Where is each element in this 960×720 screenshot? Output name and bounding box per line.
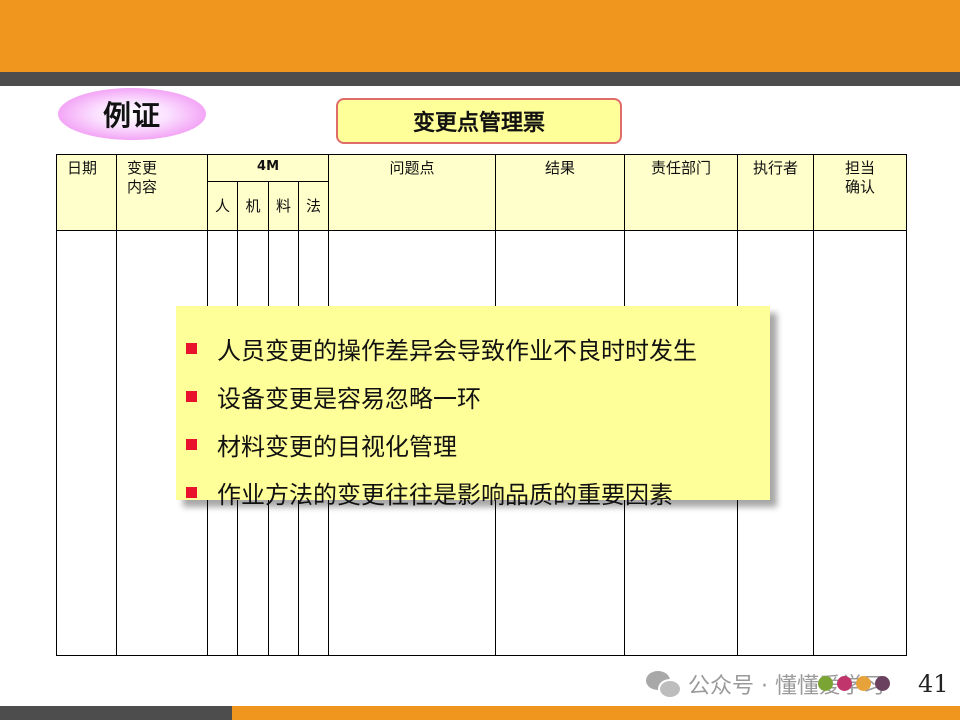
header-4m-method: 法 bbox=[297, 181, 330, 231]
square-bullet-icon bbox=[186, 438, 197, 450]
header-4m-man: 人 bbox=[207, 181, 238, 231]
callout-list: 人员变更的操作差异会导致作业不良时时发生 设备变更是容易忽略一环 材料变更的目视… bbox=[176, 306, 770, 516]
form-title: 变更点管理票 bbox=[336, 98, 622, 144]
dot-icon bbox=[856, 676, 871, 691]
callout-box: 人员变更的操作差异会导致作业不良时时发生 设备变更是容易忽略一环 材料变更的目视… bbox=[176, 306, 770, 509]
dot-icon bbox=[818, 676, 833, 691]
header-executor: 执行者 bbox=[737, 154, 815, 231]
example-badge: 例证 bbox=[58, 88, 206, 140]
table-cell bbox=[813, 230, 908, 656]
list-item-text: 作业方法的变更往往是影响品质的重要因素 bbox=[217, 480, 673, 509]
dot-icon bbox=[875, 676, 890, 691]
list-item-text: 设备变更是容易忽略一环 bbox=[217, 384, 481, 413]
list-item-text: 材料变更的目视化管理 bbox=[217, 432, 457, 461]
header-result: 结果 bbox=[495, 154, 626, 231]
header-change-content: 变更 内容 bbox=[116, 154, 208, 231]
header-responsible-dept: 责任部门 bbox=[624, 154, 739, 231]
wechat-icon bbox=[646, 671, 682, 699]
header-date: 日期 bbox=[56, 154, 117, 231]
table-cell bbox=[56, 230, 117, 656]
page-number: 41 bbox=[918, 670, 949, 698]
list-item: 人员变更的操作差异会导致作业不良时时发生 bbox=[186, 324, 770, 372]
list-item: 设备变更是容易忽略一环 bbox=[186, 372, 770, 420]
dot-icon bbox=[837, 676, 852, 691]
square-bullet-icon bbox=[186, 342, 197, 354]
bottom-orange-band bbox=[232, 706, 960, 720]
header-4m-machine: 机 bbox=[237, 181, 269, 231]
top-gray-rule bbox=[0, 72, 960, 86]
header-problem: 问题点 bbox=[328, 154, 497, 231]
header-4m: 4M bbox=[206, 154, 330, 182]
top-orange-band bbox=[0, 0, 960, 72]
list-item: 作业方法的变更往往是影响品质的重要因素 bbox=[186, 468, 770, 516]
square-bullet-icon bbox=[186, 486, 197, 498]
header-confirm: 担当 确认 bbox=[813, 154, 908, 231]
list-item-text: 人员变更的操作差异会导致作业不良时时发生 bbox=[217, 336, 697, 365]
decorative-dots bbox=[818, 676, 894, 691]
square-bullet-icon bbox=[186, 390, 197, 402]
header-4m-material: 料 bbox=[268, 181, 299, 231]
bottom-gray-band bbox=[0, 706, 232, 720]
list-item: 材料变更的目视化管理 bbox=[186, 420, 770, 468]
